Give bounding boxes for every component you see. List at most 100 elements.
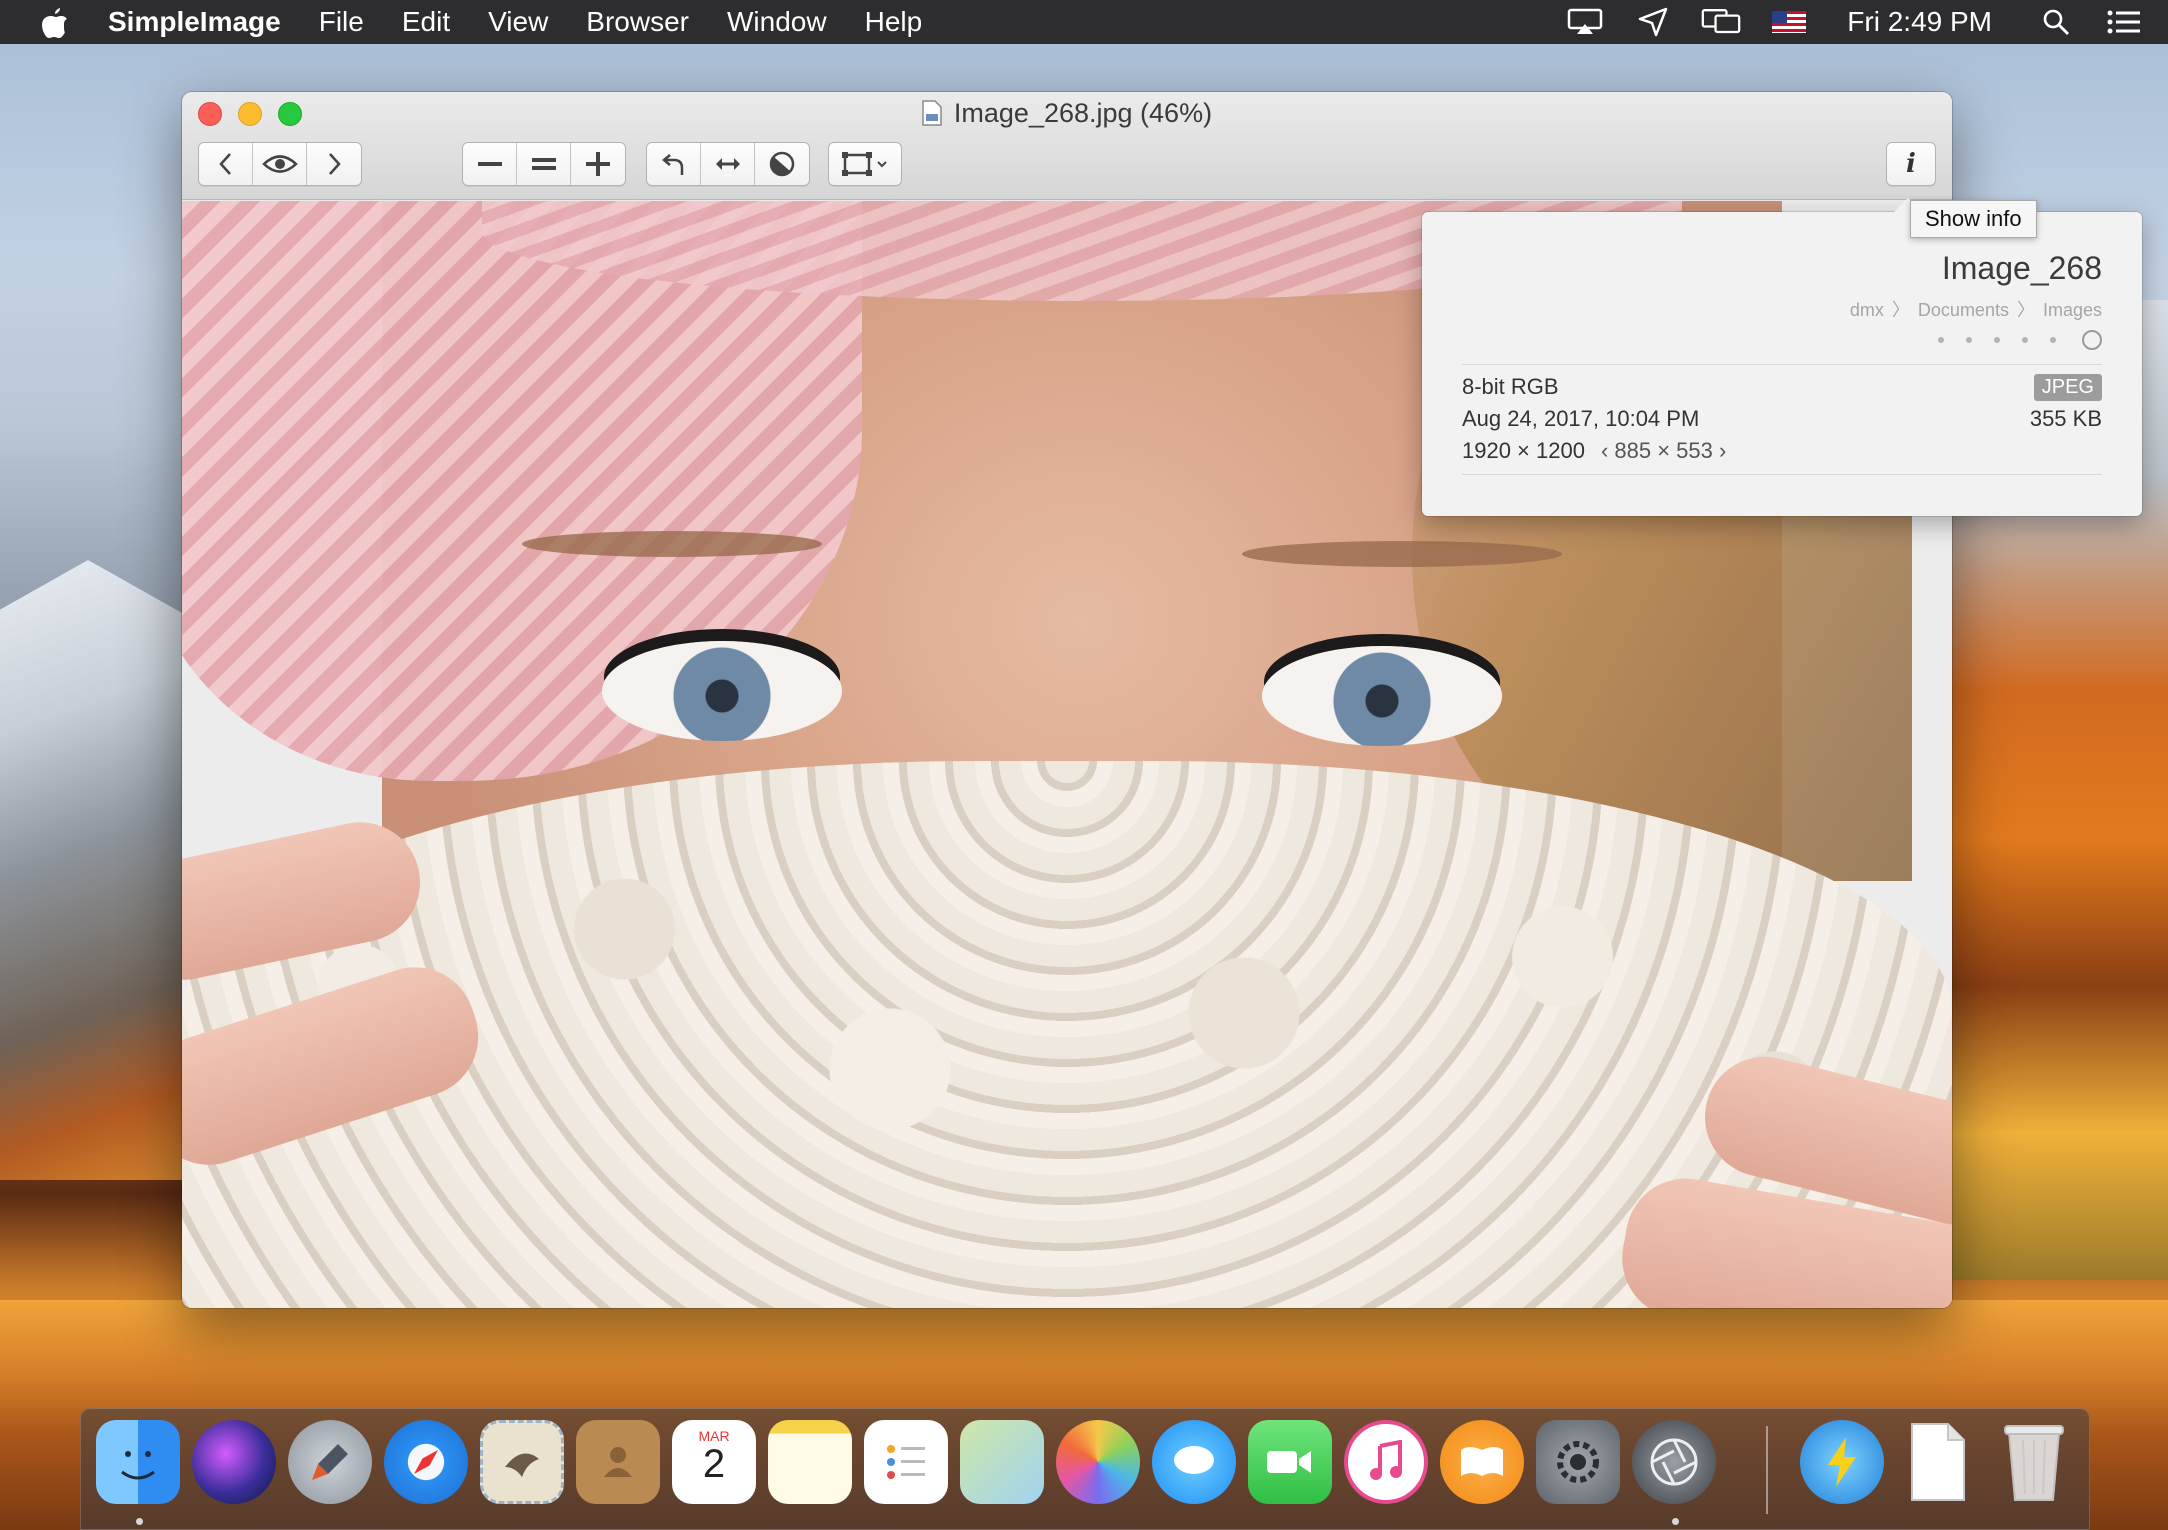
menu-clock[interactable]: Fri 2:49 PM: [1847, 6, 1992, 38]
aperture-icon[interactable]: [1632, 1420, 1716, 1504]
photo-right-brow: [1242, 541, 1562, 567]
flip-button[interactable]: [701, 143, 755, 185]
info-icon: i: [1906, 149, 1916, 179]
breadcrumb-separator-icon: 〉: [2016, 300, 2035, 320]
menu-app-name[interactable]: SimpleImage: [108, 6, 281, 38]
crop-icon: [842, 152, 887, 176]
eye-icon: [261, 155, 298, 173]
search-icon[interactable]: [2036, 6, 2076, 38]
menu-bar-status-area: Fri 2:49 PM: [1537, 0, 2168, 44]
notes-icon[interactable]: [768, 1420, 852, 1504]
info-controls: i: [1886, 142, 1936, 186]
itunes-icon[interactable]: [1344, 1420, 1428, 1504]
breadcrumb-item[interactable]: Documents: [1918, 300, 2009, 320]
window-title: Image_268.jpg (46%): [182, 98, 1952, 129]
calendar-icon[interactable]: MAR 2: [672, 1420, 756, 1504]
info-dimensions: 1920 × 1200: [1462, 438, 1585, 463]
zoom-out-button[interactable]: [463, 143, 517, 185]
running-indicator: [1672, 1518, 1679, 1525]
calendar-day: 2: [702, 1442, 726, 1486]
running-indicator: [136, 1518, 143, 1525]
dock-separator: [1766, 1426, 1768, 1514]
reminders-icon[interactable]: [864, 1420, 948, 1504]
previous-image-button[interactable]: [199, 143, 253, 185]
finder-icon[interactable]: [96, 1420, 180, 1504]
info-popover: Image_268 dmx 〉 Documents 〉 Images 8-bit RGB…: [1422, 198, 2142, 516]
breadcrumb-item[interactable]: dmx: [1850, 300, 1884, 320]
menu-help[interactable]: Help: [865, 6, 923, 38]
display-mirror-icon[interactable]: [1701, 6, 1741, 38]
menu-edit[interactable]: Edit: [402, 6, 450, 38]
info-path-breadcrumb: dmx 〉 Documents 〉 Images: [1850, 296, 2102, 322]
menu-window[interactable]: Window: [727, 6, 827, 38]
dock: MAR 2: [80, 1408, 2090, 1530]
zoom-in-icon: [586, 152, 610, 176]
rating-dot-icon[interactable]: [1938, 337, 1944, 343]
info-file-size: 355 KB: [2029, 406, 2102, 431]
flip-icon: [715, 158, 740, 170]
menu-file[interactable]: File: [319, 6, 364, 38]
contacts-icon[interactable]: [576, 1420, 660, 1504]
photo-right-eye: [1262, 646, 1502, 746]
photo-left-eye: [602, 641, 842, 741]
safari-icon[interactable]: [384, 1420, 468, 1504]
rating-dot-icon[interactable]: [2050, 337, 2056, 343]
window-titlebar[interactable]: Image_268.jpg (46%) i: [182, 92, 1952, 200]
actual-size-icon: [531, 158, 556, 170]
chevron-left-icon: [218, 153, 231, 175]
reeder-icon[interactable]: [1800, 1420, 1884, 1504]
info-row-color-format: 8-bit RGB JPEG: [1462, 372, 2102, 402]
info-row-date-size: Aug 24, 2017, 10:04 PM 355 KB: [1462, 404, 2102, 434]
transform-controls: [646, 142, 810, 186]
photo-left-brow: [522, 531, 822, 557]
show-info-button[interactable]: i: [1887, 143, 1935, 185]
maps-icon[interactable]: [960, 1420, 1044, 1504]
rating-dot-icon[interactable]: [1966, 337, 1972, 343]
format-badge: JPEG: [2033, 373, 2102, 401]
adjust-icon: [769, 151, 795, 177]
menu-view[interactable]: View: [488, 6, 548, 38]
info-row-dimensions: 1920 × 1200 ‹ 885 × 553 ›: [1462, 436, 2102, 466]
info-scaled-dimensions[interactable]: ‹ 885 × 553 ›: [1601, 438, 1726, 464]
adjust-button[interactable]: [755, 143, 809, 185]
us-flag-icon[interactable]: [1769, 6, 1809, 38]
menu-browser[interactable]: Browser: [586, 6, 689, 38]
photos-icon[interactable]: [1056, 1420, 1140, 1504]
facetime-icon[interactable]: [1248, 1420, 1332, 1504]
system-preferences-icon[interactable]: [1536, 1420, 1620, 1504]
siri-icon[interactable]: [192, 1420, 276, 1504]
info-color-mode: 8-bit RGB: [1462, 374, 1559, 399]
apple-menu-icon[interactable]: [40, 0, 84, 44]
zoom-out-icon: [477, 162, 502, 166]
star-rating[interactable]: [1916, 330, 2102, 350]
crop-menu-button[interactable]: [829, 143, 901, 185]
rating-dot-icon[interactable]: [1994, 337, 2000, 343]
document-icon[interactable]: [1896, 1420, 1980, 1504]
next-image-button[interactable]: [307, 143, 361, 185]
zoom-controls: [462, 142, 626, 186]
quick-look-button[interactable]: [253, 143, 307, 185]
rating-dot-icon[interactable]: [2022, 337, 2028, 343]
airplay-icon[interactable]: [1565, 6, 1605, 38]
info-date: Aug 24, 2017, 10:04 PM: [1462, 406, 1700, 431]
list-icon[interactable]: [2104, 6, 2144, 38]
menu-bar: SimpleImage File Edit View Browser Windo…: [0, 0, 2168, 44]
rotate-icon: [661, 154, 683, 175]
location-icon[interactable]: [1633, 6, 1673, 38]
info-divider: [1462, 364, 2102, 365]
messages-icon[interactable]: [1152, 1420, 1236, 1504]
launchpad-icon[interactable]: [288, 1420, 372, 1504]
info-divider: [1462, 474, 2102, 475]
zoom-in-button[interactable]: [571, 143, 625, 185]
chevron-right-icon: [329, 153, 341, 175]
document-icon: [922, 100, 942, 126]
breadcrumb-item[interactable]: Images: [2043, 300, 2102, 320]
info-image-name: Image_268: [1941, 250, 2102, 286]
rotate-button[interactable]: [647, 143, 701, 185]
crop-controls: [828, 142, 902, 186]
actual-size-button[interactable]: [517, 143, 571, 185]
label-color-circle-icon[interactable]: [2082, 330, 2102, 350]
mail-icon[interactable]: [480, 1420, 564, 1504]
trash-icon[interactable]: [1992, 1420, 2076, 1504]
ibooks-icon[interactable]: [1440, 1420, 1524, 1504]
